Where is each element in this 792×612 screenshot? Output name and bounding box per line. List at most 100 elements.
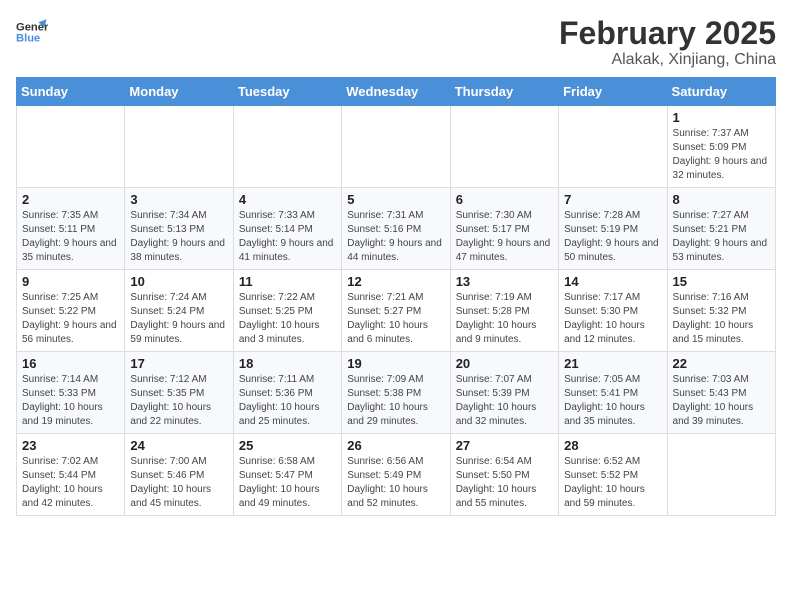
day-info: Sunrise: 7:02 AM Sunset: 5:44 PM Dayligh… bbox=[22, 455, 119, 511]
calendar-day-cell: 26 Sunrise: 6:56 AM Sunset: 5:49 PM Dayli… bbox=[342, 434, 450, 516]
calendar-day-cell: 23 Sunrise: 7:02 AM Sunset: 5:44 PM Dayli… bbox=[17, 434, 125, 516]
day-info: Sunrise: 7:21 AM Sunset: 5:27 PM Dayligh… bbox=[347, 291, 444, 347]
month-year-title: February 2025 bbox=[559, 16, 776, 51]
day-info: Sunrise: 7:28 AM Sunset: 5:19 PM Dayligh… bbox=[564, 209, 661, 265]
calendar-week-row: 16Sunrise: 7:14 AM Sunset: 5:33 PM Dayli… bbox=[17, 352, 776, 434]
title-block: February 2025 Alakak, Xinjiang, China bbox=[559, 16, 776, 69]
day-info: Sunrise: 7:19 AM Sunset: 5:28 PM Dayligh… bbox=[456, 291, 553, 347]
day-number: 12 bbox=[347, 274, 444, 289]
day-info: Sunrise: 7:22 AM Sunset: 5:25 PM Dayligh… bbox=[239, 291, 336, 347]
day-number: 20 bbox=[456, 356, 553, 371]
day-number: 27 bbox=[456, 438, 553, 453]
day-info: Sunrise: 7:07 AM Sunset: 5:39 PM Dayligh… bbox=[456, 373, 553, 429]
day-info: Sunrise: 7:37 AM Sunset: 5:09 PM Dayligh… bbox=[673, 127, 770, 183]
day-of-week-header: Wednesday bbox=[342, 78, 450, 106]
calendar-day-cell: 21 Sunrise: 7:05 AM Sunset: 5:41 PM Dayli… bbox=[559, 352, 667, 434]
day-info: Sunrise: 7:34 AM Sunset: 5:13 PM Dayligh… bbox=[130, 209, 227, 265]
day-number: 17 bbox=[130, 356, 227, 371]
day-info: Sunrise: 7:03 AM Sunset: 5:43 PM Dayligh… bbox=[673, 373, 770, 429]
day-number: 2 bbox=[22, 192, 119, 207]
calendar-day-cell: 20 Sunrise: 7:07 AM Sunset: 5:39 PM Dayli… bbox=[450, 352, 558, 434]
day-info: Sunrise: 6:52 AM Sunset: 5:52 PM Dayligh… bbox=[564, 455, 661, 511]
calendar-week-row: 1 Sunrise: 7:37 AM Sunset: 5:09 PM Daylig… bbox=[17, 106, 776, 188]
day-info: Sunrise: 7:11 AM Sunset: 5:36 PM Dayligh… bbox=[239, 373, 336, 429]
calendar-day-cell bbox=[233, 106, 341, 188]
day-info: Sunrise: 7:24 AM Sunset: 5:24 PM Dayligh… bbox=[130, 291, 227, 347]
day-number: 25 bbox=[239, 438, 336, 453]
day-of-week-header: Sunday bbox=[17, 78, 125, 106]
day-number: 6 bbox=[456, 192, 553, 207]
day-number: 9 bbox=[22, 274, 119, 289]
day-info: Sunrise: 7:17 AM Sunset: 5:30 PM Dayligh… bbox=[564, 291, 661, 347]
page-header: General Blue February 2025 Alakak, Xinji… bbox=[16, 16, 776, 69]
day-info: Sunrise: 7:35 AM Sunset: 5:11 PM Dayligh… bbox=[22, 209, 119, 265]
calendar-day-cell: 27 Sunrise: 6:54 AM Sunset: 5:50 PM Dayli… bbox=[450, 434, 558, 516]
calendar-day-cell: 14 Sunrise: 7:17 AM Sunset: 5:30 PM Dayli… bbox=[559, 270, 667, 352]
day-number: 10 bbox=[130, 274, 227, 289]
day-number: 14 bbox=[564, 274, 661, 289]
day-number: 22 bbox=[673, 356, 770, 371]
day-number: 1 bbox=[673, 110, 770, 125]
day-number: 3 bbox=[130, 192, 227, 207]
calendar-day-cell: 22 Sunrise: 7:03 AM Sunset: 5:43 PM Dayli… bbox=[667, 352, 775, 434]
calendar-day-cell: 1 Sunrise: 7:37 AM Sunset: 5:09 PM Daylig… bbox=[667, 106, 775, 188]
day-number: 11 bbox=[239, 274, 336, 289]
calendar-day-cell: 12 Sunrise: 7:21 AM Sunset: 5:27 PM Dayli… bbox=[342, 270, 450, 352]
calendar-day-cell: 19Sunrise: 7:09 AM Sunset: 5:38 PM Dayli… bbox=[342, 352, 450, 434]
logo-icon: General Blue bbox=[16, 16, 48, 48]
day-info: Sunrise: 7:14 AM Sunset: 5:33 PM Dayligh… bbox=[22, 373, 119, 429]
day-number: 23 bbox=[22, 438, 119, 453]
day-number: 15 bbox=[673, 274, 770, 289]
day-number: 26 bbox=[347, 438, 444, 453]
day-number: 8 bbox=[673, 192, 770, 207]
calendar-day-cell bbox=[559, 106, 667, 188]
calendar-day-cell: 10 Sunrise: 7:24 AM Sunset: 5:24 PM Dayli… bbox=[125, 270, 233, 352]
day-info: Sunrise: 7:05 AM Sunset: 5:41 PM Dayligh… bbox=[564, 373, 661, 429]
day-info: Sunrise: 6:56 AM Sunset: 5:49 PM Dayligh… bbox=[347, 455, 444, 511]
calendar-day-cell: 18Sunrise: 7:11 AM Sunset: 5:36 PM Dayli… bbox=[233, 352, 341, 434]
calendar-day-cell: 11 Sunrise: 7:22 AM Sunset: 5:25 PM Dayli… bbox=[233, 270, 341, 352]
calendar-day-cell: 28 Sunrise: 6:52 AM Sunset: 5:52 PM Dayli… bbox=[559, 434, 667, 516]
location-subtitle: Alakak, Xinjiang, China bbox=[559, 51, 776, 69]
calendar-day-cell: 16Sunrise: 7:14 AM Sunset: 5:33 PM Dayli… bbox=[17, 352, 125, 434]
calendar-week-row: 23 Sunrise: 7:02 AM Sunset: 5:44 PM Dayli… bbox=[17, 434, 776, 516]
calendar-day-cell: 5 Sunrise: 7:31 AM Sunset: 5:16 PM Daylig… bbox=[342, 188, 450, 270]
day-of-week-header: Tuesday bbox=[233, 78, 341, 106]
logo: General Blue bbox=[16, 16, 48, 48]
day-of-week-header: Saturday bbox=[667, 78, 775, 106]
calendar-day-cell: 17 Sunrise: 7:12 AM Sunset: 5:35 PM Dayli… bbox=[125, 352, 233, 434]
day-number: 7 bbox=[564, 192, 661, 207]
day-info: Sunrise: 6:54 AM Sunset: 5:50 PM Dayligh… bbox=[456, 455, 553, 511]
day-number: 5 bbox=[347, 192, 444, 207]
day-number: 4 bbox=[239, 192, 336, 207]
calendar-day-cell bbox=[450, 106, 558, 188]
calendar-day-cell: 3 Sunrise: 7:34 AM Sunset: 5:13 PM Daylig… bbox=[125, 188, 233, 270]
calendar-day-cell: 2 Sunrise: 7:35 AM Sunset: 5:11 PM Daylig… bbox=[17, 188, 125, 270]
calendar-week-row: 2 Sunrise: 7:35 AM Sunset: 5:11 PM Daylig… bbox=[17, 188, 776, 270]
day-info: Sunrise: 7:25 AM Sunset: 5:22 PM Dayligh… bbox=[22, 291, 119, 347]
day-info: Sunrise: 7:16 AM Sunset: 5:32 PM Dayligh… bbox=[673, 291, 770, 347]
day-number: 21 bbox=[564, 356, 661, 371]
calendar-day-cell: 15 Sunrise: 7:16 AM Sunset: 5:32 PM Dayli… bbox=[667, 270, 775, 352]
day-of-week-header: Thursday bbox=[450, 78, 558, 106]
calendar-day-cell: 6Sunrise: 7:30 AM Sunset: 5:17 PM Daylig… bbox=[450, 188, 558, 270]
calendar-day-cell bbox=[125, 106, 233, 188]
day-of-week-header: Monday bbox=[125, 78, 233, 106]
calendar-day-cell: 4 Sunrise: 7:33 AM Sunset: 5:14 PM Daylig… bbox=[233, 188, 341, 270]
svg-text:Blue: Blue bbox=[16, 33, 40, 45]
day-of-week-header: Friday bbox=[559, 78, 667, 106]
calendar-day-cell: 24 Sunrise: 7:00 AM Sunset: 5:46 PM Dayli… bbox=[125, 434, 233, 516]
day-info: Sunrise: 7:00 AM Sunset: 5:46 PM Dayligh… bbox=[130, 455, 227, 511]
day-info: Sunrise: 7:12 AM Sunset: 5:35 PM Dayligh… bbox=[130, 373, 227, 429]
calendar-day-cell: 8Sunrise: 7:27 AM Sunset: 5:21 PM Daylig… bbox=[667, 188, 775, 270]
calendar-day-cell: 25Sunrise: 6:58 AM Sunset: 5:47 PM Dayli… bbox=[233, 434, 341, 516]
day-number: 24 bbox=[130, 438, 227, 453]
day-info: Sunrise: 7:09 AM Sunset: 5:38 PM Dayligh… bbox=[347, 373, 444, 429]
calendar-header-row: SundayMondayTuesdayWednesdayThursdayFrid… bbox=[17, 78, 776, 106]
calendar-day-cell: 13 Sunrise: 7:19 AM Sunset: 5:28 PM Dayli… bbox=[450, 270, 558, 352]
day-number: 13 bbox=[456, 274, 553, 289]
calendar-week-row: 9 Sunrise: 7:25 AM Sunset: 5:22 PM Daylig… bbox=[17, 270, 776, 352]
day-number: 28 bbox=[564, 438, 661, 453]
day-info: Sunrise: 7:33 AM Sunset: 5:14 PM Dayligh… bbox=[239, 209, 336, 265]
day-info: Sunrise: 7:31 AM Sunset: 5:16 PM Dayligh… bbox=[347, 209, 444, 265]
